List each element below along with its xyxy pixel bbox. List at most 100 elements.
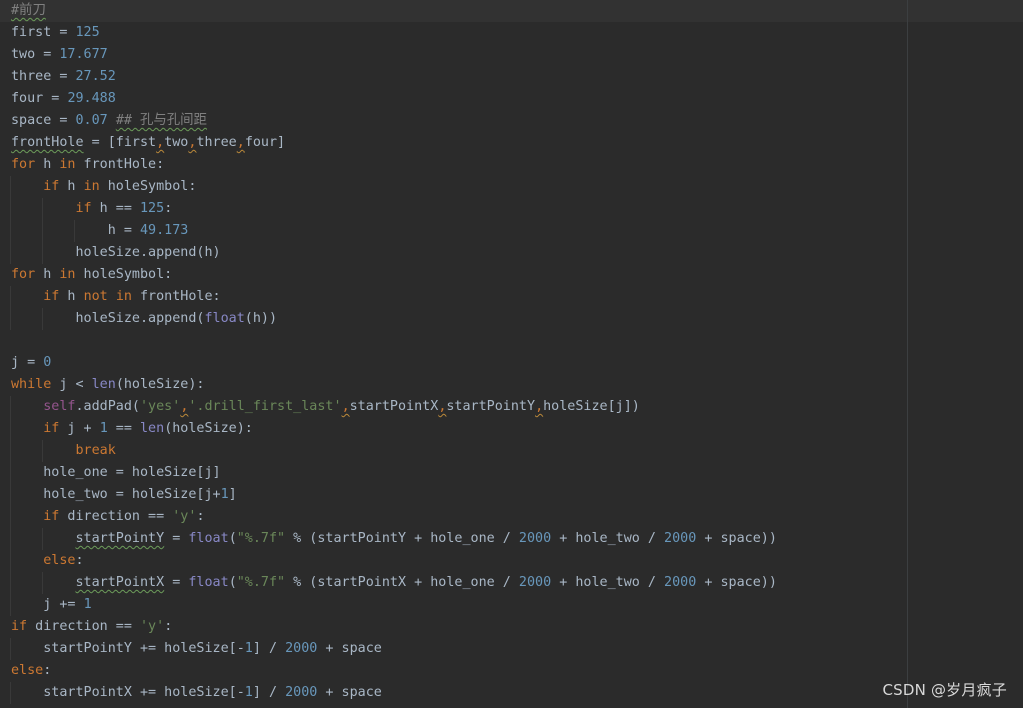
code-editor[interactable]: #前刀 first = 125 two = 17.677 three = 27.52 f… [0, 0, 1023, 708]
code-token: startPointY [446, 399, 536, 414]
code-line[interactable]: if direction == 'y': [10, 506, 777, 528]
code-area[interactable]: #前刀 first = 125 two = 17.677 three = 27.52 f… [10, 0, 777, 704]
code-line[interactable]: startPointX = float("%.7f" % (startPoint… [10, 572, 777, 594]
code-line[interactable]: holeSize.append(float(h)) [10, 308, 777, 330]
code-line[interactable]: self.addPad('yes','.drill_first_last',st… [10, 396, 777, 418]
code-token: float [204, 311, 245, 326]
code-token: holeSize.append( [11, 311, 205, 326]
code-token: if [43, 179, 60, 194]
indent-guide [74, 220, 76, 242]
code-line[interactable]: space = 0.07 ## 孔与孔间距 [11, 110, 777, 132]
code-token: = [51, 113, 76, 128]
code-line[interactable]: hole_one = holeSize[j] [10, 462, 777, 484]
code-line[interactable]: break [10, 440, 777, 462]
code-line[interactable]: if direction == 'y': [11, 616, 777, 638]
code-token: two [11, 47, 36, 62]
code-token: .addPad( [75, 399, 141, 414]
code-token: 'y' [172, 509, 197, 524]
code-token: + space)) [696, 575, 777, 590]
code-line[interactable]: three = 27.52 [11, 66, 777, 88]
code-token: + space)) [696, 531, 777, 546]
watermark: CSDN @岁月疯子 [882, 681, 1007, 699]
code-token: for [11, 157, 36, 172]
code-token: = [first [83, 135, 157, 150]
code-token: = [35, 47, 60, 62]
code-line[interactable]: startPointY = float("%.7f" % (startPoint… [10, 528, 777, 550]
code-token: = [164, 575, 189, 590]
code-token: for [11, 267, 36, 282]
code-line[interactable]: else: [11, 660, 777, 682]
indent-guide [10, 220, 11, 242]
code-token: % (startPointY + hole_one / [285, 531, 519, 546]
indent-guide [10, 418, 11, 440]
indent-guide [42, 572, 44, 594]
code-token: three [11, 69, 52, 84]
code-token: 'yes' [140, 399, 181, 414]
code-token: 1 [244, 685, 253, 700]
code-line[interactable]: h = 49.173 [10, 220, 777, 242]
code-token: h == [91, 201, 140, 216]
code-token: : [164, 201, 173, 216]
indent-guide [10, 396, 11, 418]
indent-guide [10, 484, 11, 506]
code-token: 49.173 [140, 223, 189, 238]
code-line[interactable]: j = 0 [11, 352, 777, 374]
indent-guide [42, 308, 44, 330]
indent-guide [42, 198, 44, 220]
code-line[interactable]: for h in holeSymbol: [11, 264, 777, 286]
code-line[interactable]: if j + 1 == len(holeSize): [10, 418, 777, 440]
code-line[interactable]: if h not in frontHole: [10, 286, 777, 308]
code-token: 125 [75, 25, 100, 40]
code-line[interactable]: else: [10, 550, 777, 572]
code-token: h [35, 157, 60, 172]
indent-guide [10, 286, 11, 308]
code-token: : [43, 663, 52, 678]
code-token: ] / [252, 685, 286, 700]
indent-guide [42, 528, 44, 550]
code-line[interactable]: j += 1 [10, 594, 777, 616]
code-token: four [11, 91, 44, 106]
right-margin-guide [907, 0, 908, 708]
code-token: 1 [83, 597, 92, 612]
code-token: 'y' [140, 619, 165, 634]
code-token: , [341, 399, 350, 414]
code-token: j + [59, 421, 100, 436]
indent-guide [10, 198, 11, 220]
code-token: + space [317, 685, 382, 700]
code-line[interactable]: holeSize.append(h) [10, 242, 777, 264]
code-line[interactable]: startPointY += holeSize[-1] / 2000 + spa… [10, 638, 777, 660]
code-line[interactable]: for h in frontHole: [11, 154, 777, 176]
code-line[interactable]: if h == 125: [10, 198, 777, 220]
code-token: self [43, 399, 76, 414]
code-line[interactable]: while j < len(holeSize): [11, 374, 777, 396]
code-line[interactable]: first = 125 [11, 22, 777, 44]
code-token: j = [11, 355, 44, 370]
code-token: holeSymbol: [75, 267, 173, 282]
code-token: holeSize[j]) [543, 399, 640, 414]
code-token: h [59, 179, 84, 194]
code-token: break [75, 443, 116, 458]
indent-guide [10, 176, 11, 198]
code-token: not [83, 289, 108, 304]
indent-guide [10, 462, 11, 484]
code-token: startPointX [75, 575, 165, 590]
code-line[interactable]: four = 29.488 [11, 88, 777, 110]
code-token: four] [244, 135, 286, 150]
code-token: ( [228, 575, 237, 590]
code-line[interactable]: two = 17.677 [11, 44, 777, 66]
code-token: (h)) [244, 311, 278, 326]
code-token: j += [11, 597, 84, 612]
code-line[interactable]: hole_two = holeSize[j+1] [10, 484, 777, 506]
code-line[interactable]: frontHole = [first,two,three,four] [11, 132, 777, 154]
code-token: h [35, 267, 60, 282]
code-line[interactable]: if h in holeSymbol: [10, 176, 777, 198]
code-line[interactable]: #前刀 [11, 0, 777, 22]
code-line[interactable]: startPointX += holeSize[-1] / 2000 + spa… [10, 682, 777, 704]
code-line[interactable] [11, 330, 777, 352]
code-token: 0.07 [75, 113, 108, 128]
